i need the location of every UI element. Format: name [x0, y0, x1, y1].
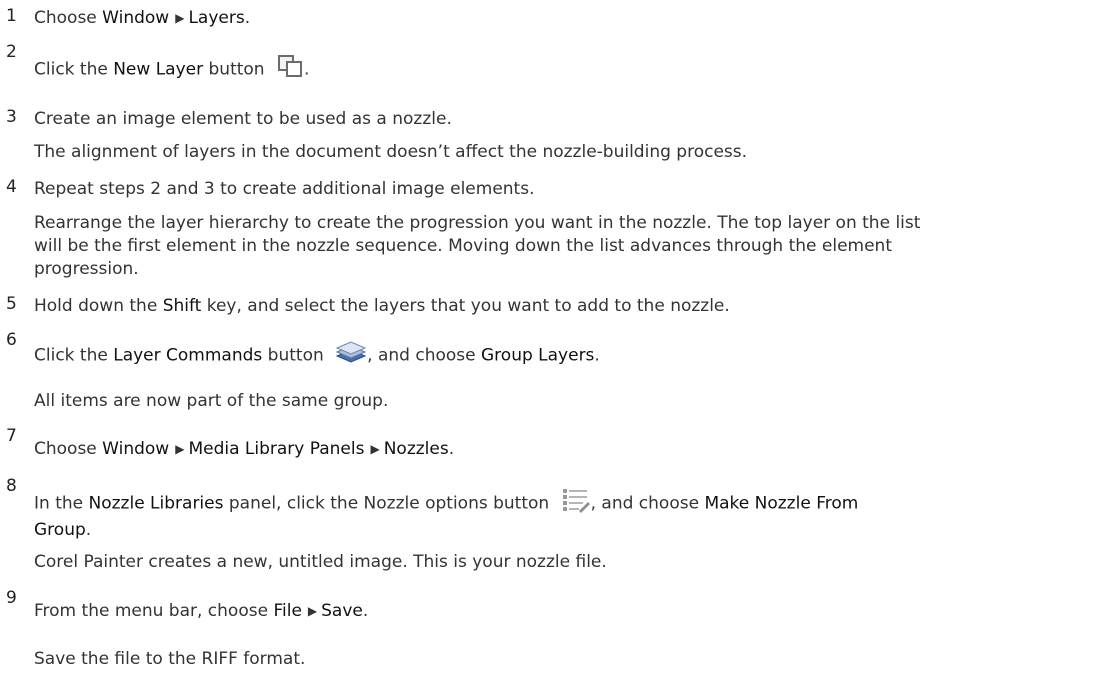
step-8-text-cont: Group. [34, 518, 91, 542]
menu-arrow-icon: ▶ [370, 442, 380, 456]
menu-save: Save [321, 601, 363, 621]
text: Click the [34, 345, 114, 366]
step-9-text: From the menu bar, choose File ▶ Save. [34, 599, 368, 624]
step-9-note: Save the file to the RIFF format. [34, 649, 306, 669]
text: Choose [34, 439, 103, 459]
text: button [203, 59, 265, 80]
text: , and choose [367, 345, 481, 366]
text: Choose [34, 8, 103, 28]
menu-nozzles: Nozzles [383, 439, 449, 459]
text: key, and select the layers that you want… [201, 296, 730, 316]
menu-arrow-icon: ▶ [175, 442, 185, 456]
step-8-note: Corel Painter creates a new, untitled im… [34, 552, 607, 572]
text: Hold down the [34, 296, 163, 316]
step-number: 8 [6, 476, 17, 496]
shift-key-label: Shift [162, 296, 202, 316]
step-4-note: progression. [34, 259, 139, 279]
new-layer-icon [278, 54, 304, 85]
step-number: 6 [6, 330, 17, 350]
period: . [244, 8, 251, 28]
step-3-note: The alignment of layers in the document … [34, 142, 748, 162]
menu-window: Window [102, 439, 170, 459]
group-layers-label: Group Layers [481, 345, 595, 366]
step-number: 5 [6, 294, 17, 314]
text: button [262, 345, 324, 366]
step-2-text: Click the New Layer button . [34, 54, 309, 85]
step-number: 2 [6, 42, 17, 62]
menu-arrow-icon: ▶ [307, 604, 318, 618]
step-number: 3 [6, 107, 17, 127]
menu-arrow-icon: ▶ [175, 11, 185, 25]
menu-layers: Layers [188, 8, 245, 28]
text: , and choose [590, 493, 705, 514]
step-3-text: Create an image element to be used as a … [34, 109, 452, 129]
step-8-text: In the Nozzle Libraries panel, click the… [34, 487, 858, 520]
step-number: 4 [6, 177, 17, 197]
layer-commands-icon [335, 341, 367, 370]
text: From the menu bar, choose [34, 601, 274, 621]
menu-media-library-panels: Media Library Panels [188, 439, 365, 459]
step-number: 7 [6, 426, 17, 446]
period: . [85, 520, 92, 540]
step-7-text: Choose Window ▶ Media Library Panels ▶ Nozzl… [34, 437, 454, 462]
new-layer-label: New Layer [113, 59, 204, 80]
step-6-note: All items are now part of the same group… [34, 391, 389, 411]
make-nozzle-label: Make Nozzle From [704, 493, 859, 514]
nozzle-options-icon [561, 487, 591, 520]
nozzle-libraries-label: Nozzle Libraries [88, 493, 224, 514]
menu-file: File [273, 601, 302, 621]
step-4-note: will be the first element in the nozzle … [34, 236, 893, 256]
step-number: 9 [6, 588, 17, 608]
step-6-text: Click the Layer Commands button , and ch… [34, 341, 600, 370]
step-4-text: Repeat steps 2 and 3 to create additiona… [34, 179, 535, 199]
step-5-text: Hold down the Shift key, and select the … [34, 294, 730, 318]
step-1-text: Choose Window ▶ Layers. [34, 6, 250, 31]
period: . [362, 601, 369, 621]
layer-commands-label: Layer Commands [113, 345, 263, 366]
make-nozzle-label-cont: Group [34, 520, 86, 540]
text: panel, click the Nozzle options button [223, 493, 550, 514]
period: . [448, 439, 455, 459]
period: . [304, 59, 310, 80]
text: In the [34, 493, 89, 514]
period: . [594, 345, 600, 366]
text: Click the [34, 59, 114, 80]
step-number: 1 [6, 6, 17, 26]
menu-window: Window [102, 8, 170, 28]
step-4-note: Rearrange the layer hierarchy to create … [34, 213, 921, 233]
